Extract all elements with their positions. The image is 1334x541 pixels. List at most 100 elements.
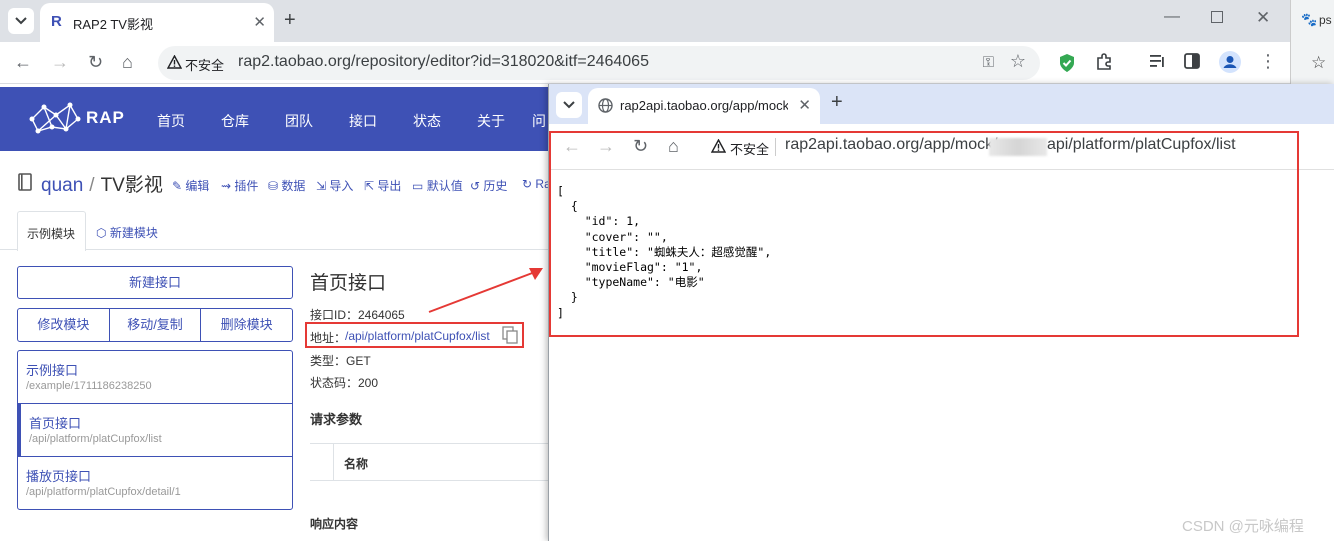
- annotation-arrow: [428, 268, 543, 313]
- bookmark-star-icon[interactable]: ☆: [1311, 53, 1326, 73]
- export-icon: ⇱: [364, 179, 375, 193]
- move-copy-button[interactable]: 移动/复制: [110, 309, 202, 341]
- watermark: CSDN @元咏编程: [1182, 518, 1304, 535]
- forward-arrow-icon[interactable]: →: [597, 136, 615, 157]
- repository-book-icon: [18, 173, 32, 191]
- reload-icon[interactable]: ↻: [88, 52, 103, 73]
- popup-url-suffix[interactable]: api/platform/platCupfox/list: [1047, 136, 1236, 154]
- api-list-item[interactable]: 示例接口 /example/1711186238250: [18, 351, 292, 404]
- browser-tab-active[interactable]: R RAP2 TV影视 ✕: [40, 3, 274, 42]
- chevron-down-icon: [563, 101, 575, 109]
- api-id: 接口ID：2464065: [310, 308, 405, 322]
- refresh-icon: ↻: [522, 177, 533, 191]
- popup-tab-title: rap2api.taobao.org/app/mock: [620, 98, 788, 113]
- key-icon[interactable]: ⚿: [983, 54, 994, 71]
- nav-team[interactable]: 团队: [285, 111, 313, 131]
- menu-dots-icon[interactable]: ⋮: [1259, 51, 1277, 72]
- bookmark-star-icon[interactable]: ☆: [1010, 51, 1026, 72]
- address-bar[interactable]: 不安全 rap2.taobao.org/repository/editor?id…: [158, 46, 1040, 80]
- plug-icon: ⇝: [221, 179, 232, 193]
- data-action[interactable]: ⛁ 数据: [268, 177, 305, 194]
- api-list: 示例接口 /example/1711186238250 首页接口 /api/pl…: [17, 350, 293, 510]
- shield-extension-icon[interactable]: [1058, 53, 1076, 73]
- popup-toolbar: ← → ↻ ⌂ 不安全 rap2api.taobao.org/app/mock/…: [549, 124, 1334, 170]
- minimize-window-button[interactable]: —: [1164, 8, 1180, 26]
- module-button-group: 修改模块 移动/复制 删除模块: [17, 308, 293, 342]
- maximize-window-button[interactable]: [1211, 11, 1223, 23]
- back-arrow-icon[interactable]: ←: [14, 52, 32, 73]
- edit-module-button[interactable]: 修改模块: [18, 309, 110, 341]
- default-value-action[interactable]: ▭ 默认值: [412, 177, 463, 194]
- reload-icon[interactable]: ↻: [633, 136, 648, 157]
- popup-tab-active[interactable]: rap2api.taobao.org/app/mock ✕: [588, 88, 820, 124]
- delete-module-button[interactable]: 删除模块: [201, 309, 292, 341]
- close-tab-icon[interactable]: ✕: [798, 96, 811, 114]
- background-window-edge: 🐾 ps ☆: [1290, 0, 1334, 84]
- media-control-icon[interactable]: [1149, 53, 1167, 69]
- new-tab-button[interactable]: +: [284, 9, 296, 32]
- divider: [775, 138, 776, 156]
- json-response-body: [ { "id": 1, "cover": "", "title": "蜘蛛夫人…: [557, 184, 772, 320]
- nav-question[interactable]: 问: [532, 111, 546, 131]
- more-action[interactable]: ↻ Ra: [522, 177, 551, 191]
- globe-icon: [598, 98, 613, 113]
- tab-example-module[interactable]: 示例模块: [17, 211, 86, 251]
- tab-new-module[interactable]: ⬡ 新建模块: [96, 224, 158, 241]
- import-action[interactable]: ⇲ 导入: [316, 177, 353, 194]
- column-header-name: 名称: [344, 457, 369, 471]
- table-expand-cell: [310, 444, 334, 480]
- repo-owner-link[interactable]: quan: [41, 175, 83, 196]
- tab-title: RAP2 TV影视: [73, 17, 153, 32]
- request-params-table: 名称: [310, 443, 548, 481]
- api-name: 首页接口: [29, 416, 82, 431]
- home-icon[interactable]: ⌂: [122, 52, 133, 73]
- nav-status[interactable]: 状态: [413, 111, 441, 131]
- url-text[interactable]: rap2.taobao.org/repository/editor?id=318…: [238, 53, 649, 71]
- repo-name: TV影视: [100, 175, 163, 196]
- popup-address-bar[interactable]: 不安全 rap2api.taobao.org/app/mock/ api/pla…: [705, 131, 1305, 163]
- new-tab-button[interactable]: +: [831, 91, 843, 114]
- api-address-highlight: 地址： /api/platform/platCupfox/list: [305, 322, 524, 348]
- nav-api[interactable]: 接口: [349, 111, 377, 131]
- nav-home[interactable]: 首页: [157, 111, 185, 131]
- insecure-label: 不安全: [185, 58, 225, 73]
- import-icon: ⇲: [316, 179, 327, 193]
- side-panel-icon[interactable]: [1184, 53, 1200, 69]
- api-status-code: 状态码：200: [310, 376, 379, 390]
- api-path: /api/platform/platCupfox/list: [29, 433, 162, 445]
- history-action[interactable]: ↺ 历史: [470, 177, 507, 194]
- close-tab-icon[interactable]: ✕: [253, 13, 266, 31]
- profile-avatar-icon[interactable]: [1219, 51, 1241, 73]
- database-icon: ⛁: [268, 179, 279, 193]
- export-action[interactable]: ⇱ 导出: [364, 177, 401, 194]
- nav-about[interactable]: 关于: [477, 111, 505, 131]
- tab-search-button[interactable]: [8, 8, 34, 34]
- rap-logo-icon: [29, 102, 81, 134]
- api-type: 类型：GET: [310, 354, 371, 368]
- new-api-button[interactable]: 新建接口: [17, 266, 293, 299]
- plugin-action[interactable]: ⇝ 插件: [221, 177, 258, 194]
- back-arrow-icon[interactable]: ←: [563, 136, 581, 157]
- close-window-button[interactable]: ✕: [1256, 8, 1270, 28]
- api-list-item[interactable]: 播放页接口 /api/platform/platCupfox/detail/1: [18, 457, 292, 510]
- tab-search-button[interactable]: [556, 92, 582, 118]
- minus-box-icon: ▭: [412, 179, 424, 193]
- popup-url-prefix[interactable]: rap2api.taobao.org/app/mock/: [785, 136, 998, 154]
- address-link[interactable]: /api/platform/platCupfox/list: [345, 329, 490, 343]
- other-tab-label: ps: [1319, 13, 1332, 27]
- cube-icon: ⬡: [96, 226, 107, 240]
- forward-arrow-icon[interactable]: →: [51, 52, 69, 73]
- api-name: 示例接口: [26, 363, 79, 378]
- nav-repository[interactable]: 仓库: [221, 111, 249, 131]
- repo-separator: /: [89, 175, 95, 196]
- rap-logo-text[interactable]: RAP: [86, 108, 125, 128]
- history-icon: ↺: [470, 179, 481, 193]
- edit-action[interactable]: ✎ 编辑: [172, 177, 209, 194]
- chevron-down-icon: [15, 17, 27, 25]
- warning-icon: [711, 139, 726, 153]
- extensions-puzzle-icon[interactable]: [1095, 53, 1113, 71]
- copy-icon[interactable]: [501, 326, 519, 344]
- api-list-item-active[interactable]: 首页接口 /api/platform/platCupfox/list: [18, 404, 292, 457]
- home-icon[interactable]: ⌂: [668, 136, 679, 157]
- tab-label: 示例模块: [27, 227, 76, 241]
